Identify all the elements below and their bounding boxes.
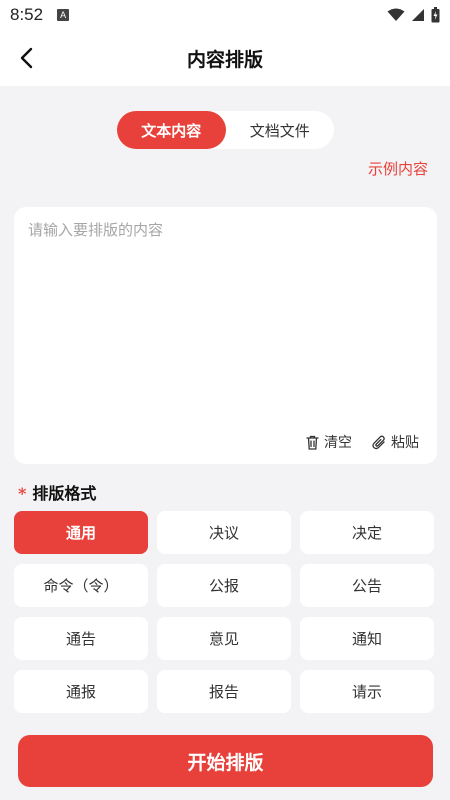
required-mark: * (18, 484, 27, 503)
format-options-grid: 通用 决议 决定 命令（令） 公报 公告 通告 意见 通知 通报 报告 请示 (14, 511, 435, 713)
format-option-request[interactable]: 请示 (300, 670, 434, 713)
format-option-report[interactable]: 报告 (157, 670, 291, 713)
tab-text-content[interactable]: 文本内容 (117, 111, 226, 149)
clear-label: 清空 (324, 435, 352, 451)
format-section-title: * 排版格式 (18, 480, 96, 504)
chevron-left-icon (20, 47, 33, 69)
format-option-announcement[interactable]: 公告 (300, 564, 434, 607)
format-option-notice[interactable]: 通知 (300, 617, 434, 660)
editor-actions: 清空 粘贴 (306, 432, 419, 452)
format-option-opinion[interactable]: 意见 (157, 617, 291, 660)
status-time: 8:52 (10, 5, 44, 24)
status-bar: 8:52 A (0, 0, 450, 30)
back-button[interactable] (8, 40, 44, 76)
example-content-link[interactable]: 示例内容 (368, 158, 428, 179)
content-type-tabs: 文本内容 文档文件 (117, 111, 334, 149)
format-option-general[interactable]: 通用 (14, 511, 148, 554)
paste-label: 粘贴 (391, 435, 419, 451)
battery-icon (431, 7, 440, 23)
page-title: 内容排版 (186, 48, 263, 71)
content-editor: 清空 粘贴 (14, 207, 437, 464)
notification-icon: A (57, 9, 70, 21)
paperclip-icon (372, 435, 385, 449)
wifi-icon (387, 8, 405, 21)
paste-button[interactable]: 粘贴 (372, 432, 419, 452)
trash-icon (306, 435, 319, 450)
format-option-resolution[interactable]: 决议 (157, 511, 291, 554)
tab-document-file[interactable]: 文档文件 (226, 111, 335, 149)
status-icons (387, 7, 440, 23)
format-option-order[interactable]: 命令（令） (14, 564, 148, 607)
nav-bar: 内容排版 (0, 30, 450, 86)
format-option-bulletin[interactable]: 通报 (14, 670, 148, 713)
signal-icon (412, 9, 424, 21)
clear-button[interactable]: 清空 (306, 432, 352, 452)
start-formatting-button[interactable]: 开始排版 (18, 735, 433, 787)
format-option-circular[interactable]: 通告 (14, 617, 148, 660)
format-option-communique[interactable]: 公报 (157, 564, 291, 607)
format-option-decision[interactable]: 决定 (300, 511, 434, 554)
content-input[interactable] (28, 219, 423, 419)
format-title-label: 排版格式 (32, 484, 97, 503)
